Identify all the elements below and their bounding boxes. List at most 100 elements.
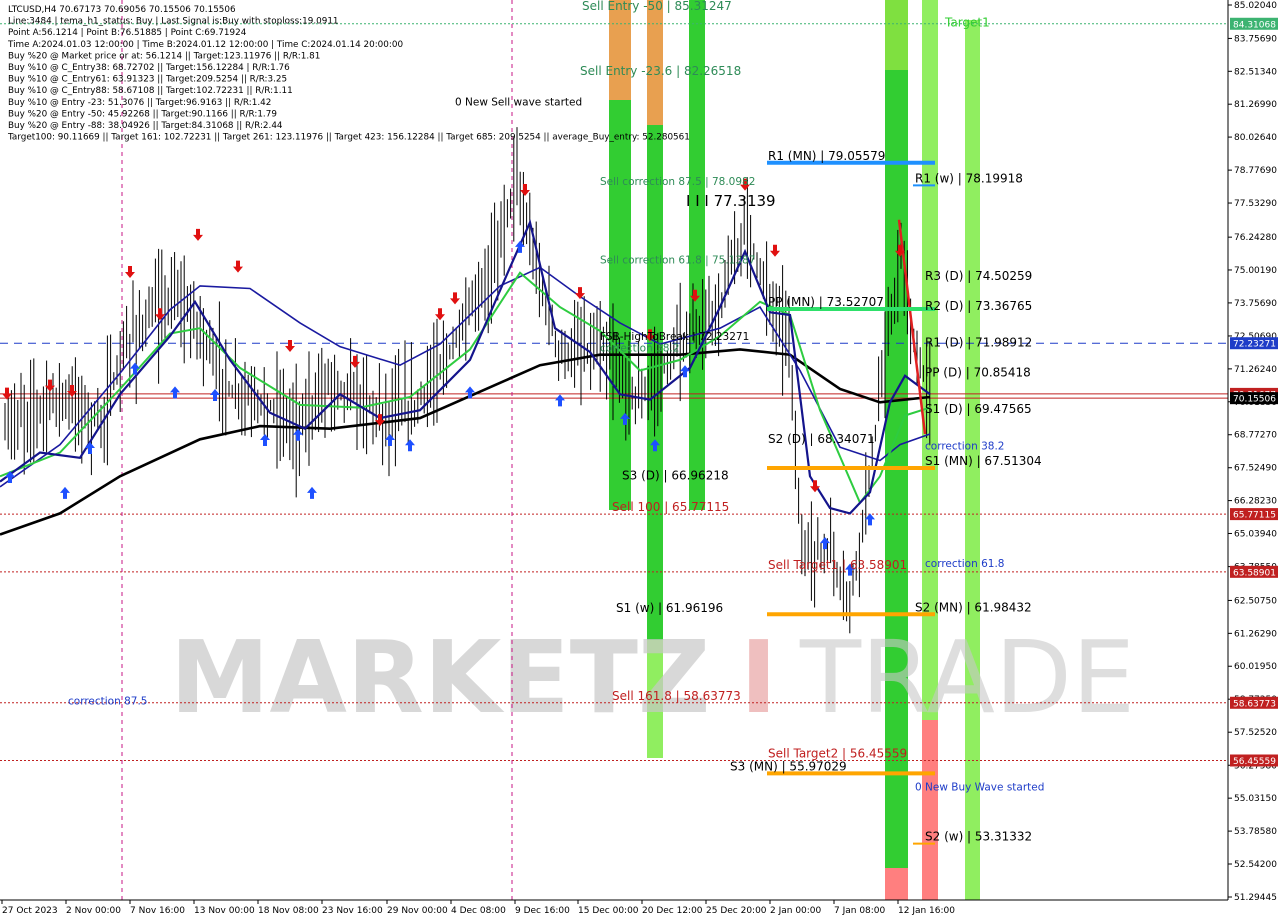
annotation-label: correction 38.2 — [925, 441, 1004, 453]
annotation-label: S2 (w) | 53.31332 — [925, 830, 1032, 844]
zone-band — [647, 0, 663, 125]
annotation-label: S1 (D) | 69.47565 — [925, 402, 1032, 416]
time-tick-label: 2 Nov 00:00 — [66, 906, 121, 916]
time-tick-label: 15 Dec 00:00 — [578, 906, 639, 916]
annotation-label: PP (MN) | 73.52707 — [768, 295, 884, 309]
info-line: Buy %20 @ Entry -88: 38.04926 || Target:… — [8, 121, 283, 131]
info-line: Buy %20 @ Market price or at: 56.1214 ||… — [8, 51, 320, 61]
price-tag-label: 84.31068 — [1233, 20, 1276, 30]
annotation-label: S3 (MN) | 55.97029 — [730, 759, 847, 773]
annotation-label: S1 (w) | 61.96196 — [616, 601, 723, 615]
annotation-label: Sell 100 | 65.77115 — [612, 500, 729, 514]
info-line: Point A:56.1214 | Point B:76.51885 | Poi… — [8, 28, 247, 38]
price-tag-label: 65.77115 — [1233, 511, 1276, 521]
annotation-label: Sell correction 87.5 | 78.0982 — [600, 176, 755, 188]
time-tick-label: 27 Oct 2023 — [2, 906, 58, 916]
price-tick-label: 80.02640 — [1234, 133, 1277, 143]
info-line: LTCUSD,H4 70.67173 70.69056 70.15506 70.… — [8, 5, 236, 15]
time-tick-label: 9 Dec 16:00 — [515, 906, 570, 916]
time-tick-label: 29 Nov 00:00 — [387, 906, 448, 916]
price-tag-label: 56.45559 — [1233, 757, 1276, 767]
annotation-label: S2 (MN) | 61.98432 — [915, 600, 1032, 614]
price-tick-label: 61.26290 — [1234, 629, 1277, 639]
price-tick-label: 55.03150 — [1234, 794, 1277, 804]
price-tick-label: 53.78580 — [1234, 827, 1277, 837]
time-tick-label: 18 Nov 08:00 — [258, 906, 319, 916]
watermark-i: I — [740, 619, 777, 736]
watermark-marketz: MARKETZ — [170, 619, 710, 736]
price-tick-label: 51.29445 — [1234, 893, 1277, 903]
price-tag-label: 72.23271 — [1233, 340, 1276, 350]
info-line: Buy %10 @ C_Entry38: 68.72702 || Target:… — [8, 63, 290, 73]
info-line: Time A:2024.01.03 12:00:00 | Time B:2024… — [7, 40, 403, 50]
chart-canvas[interactable]: MARKETZ I TRADE Sell Entry -50 | 85.3124… — [0, 0, 1280, 920]
zone-band — [885, 868, 908, 900]
price-tick-label: 62.50750 — [1234, 596, 1277, 606]
annotation-label: Target1 — [944, 15, 990, 29]
annotation-label: correction 38.2 — [600, 343, 679, 355]
info-line: Target100: 90.11669 || Target 161: 102.7… — [7, 133, 690, 143]
annotation-label: Sell correction 61.8 | 75.1387 — [600, 254, 755, 266]
info-line: Buy %20 @ Entry -50: 45.92268 || Target:… — [8, 109, 277, 119]
annotation-label: R1 (MN) | 79.05579 — [768, 149, 885, 163]
info-line: Buy %10 @ Entry -23: 51.3076 || Target:9… — [8, 98, 271, 108]
trading-chart[interactable]: MARKETZ I TRADE Sell Entry -50 | 85.3124… — [0, 0, 1280, 920]
annotation-label: Sell Entry -23.6 | 82.26518 — [580, 64, 741, 78]
time-tick-label: 7 Nov 16:00 — [130, 906, 185, 916]
price-tick-label: 85.02040 — [1234, 1, 1277, 11]
annotation-label: Sell 161.8 | 58.63773 — [612, 689, 741, 703]
time-tick-label: 20 Dec 12:00 — [642, 906, 703, 916]
price-tick-label: 81.26990 — [1234, 100, 1277, 110]
annotation-label: Sell Entry -50 | 85.31247 — [582, 0, 732, 13]
annotation-label: S2 (D) | 68.34071 — [768, 432, 875, 446]
time-tick-label: 2 Jan 00:00 — [770, 906, 822, 916]
annotation-label: R1 (w) | 78.19918 — [915, 171, 1023, 185]
price-tick-label: 57.52520 — [1234, 728, 1277, 738]
price-tag-label: 70.15506 — [1233, 395, 1276, 405]
price-tick-label: 73.75690 — [1234, 299, 1277, 309]
price-tick-label: 68.77270 — [1234, 431, 1277, 441]
zone-band — [885, 0, 908, 900]
price-tick-label: 78.77690 — [1234, 166, 1277, 176]
price-tick-label: 71.26240 — [1234, 365, 1277, 375]
info-line: Buy %10 @ C_Entry88: 58.67108 || Target:… — [8, 86, 293, 96]
zone-band — [609, 0, 631, 100]
time-tick-label: 12 Jan 16:00 — [898, 906, 955, 916]
annotation-label: 0 New Sell wave started — [455, 97, 582, 109]
time-tick-label: 25 Dec 20:00 — [706, 906, 767, 916]
price-tick-label: 75.00190 — [1234, 266, 1277, 276]
annotation-label: 0 New Buy Wave started — [915, 782, 1044, 794]
time-tick-label: 13 Nov 00:00 — [194, 906, 255, 916]
price-tick-label: 77.53290 — [1234, 199, 1277, 209]
info-line: Buy %10 @ C_Entry61: 63.91323 || Target:… — [8, 75, 287, 85]
watermark: MARKETZ I TRADE — [170, 619, 1135, 736]
price-tick-label: 52.54200 — [1234, 860, 1277, 870]
watermark-trade: TRADE — [799, 619, 1135, 736]
info-line: Line:3484 | tema_h1_status: Buy | Last S… — [8, 17, 339, 27]
price-tick-label: 67.52490 — [1234, 464, 1277, 474]
annotation-label: R1 (D) | 71.98912 — [925, 336, 1032, 350]
annotation-label: Sell Target1 | 63.58901 — [768, 558, 907, 572]
annotation-label: correction 87.5 — [68, 695, 147, 707]
annotation-label: PP (D) | 70.85418 — [925, 366, 1031, 380]
price-tick-label: 66.28230 — [1234, 497, 1277, 507]
annotation-label: S3 (D) | 66.96218 — [622, 469, 729, 483]
price-tick-label: 82.51340 — [1234, 67, 1277, 77]
price-tick-label: 83.75690 — [1234, 34, 1277, 44]
annotation-label: R3 (D) | 74.50259 — [925, 269, 1032, 283]
price-tick-label: 76.24280 — [1234, 233, 1277, 243]
annotation-label: correction 61.8 — [925, 558, 1004, 570]
zone-band — [885, 0, 908, 70]
zone-band — [922, 720, 938, 900]
time-tick-label: 23 Nov 16:00 — [322, 906, 383, 916]
price-tick-label: 60.01950 — [1234, 662, 1277, 672]
annotation-label: FSB-HighToBreak | 72.23271 — [600, 331, 749, 343]
annotation-label: I I I 77.3139 — [686, 192, 776, 210]
annotation-label: S1 (MN) | 67.51304 — [925, 454, 1042, 468]
annotation-label: R2 (D) | 73.36765 — [925, 299, 1032, 313]
time-tick-label: 7 Jan 08:00 — [834, 906, 886, 916]
price-tick-label: 65.03940 — [1234, 529, 1277, 539]
price-tag-label: 58.63773 — [1233, 699, 1276, 709]
time-tick-label: 4 Dec 08:00 — [451, 906, 506, 916]
price-tag-label: 63.58901 — [1233, 568, 1276, 578]
